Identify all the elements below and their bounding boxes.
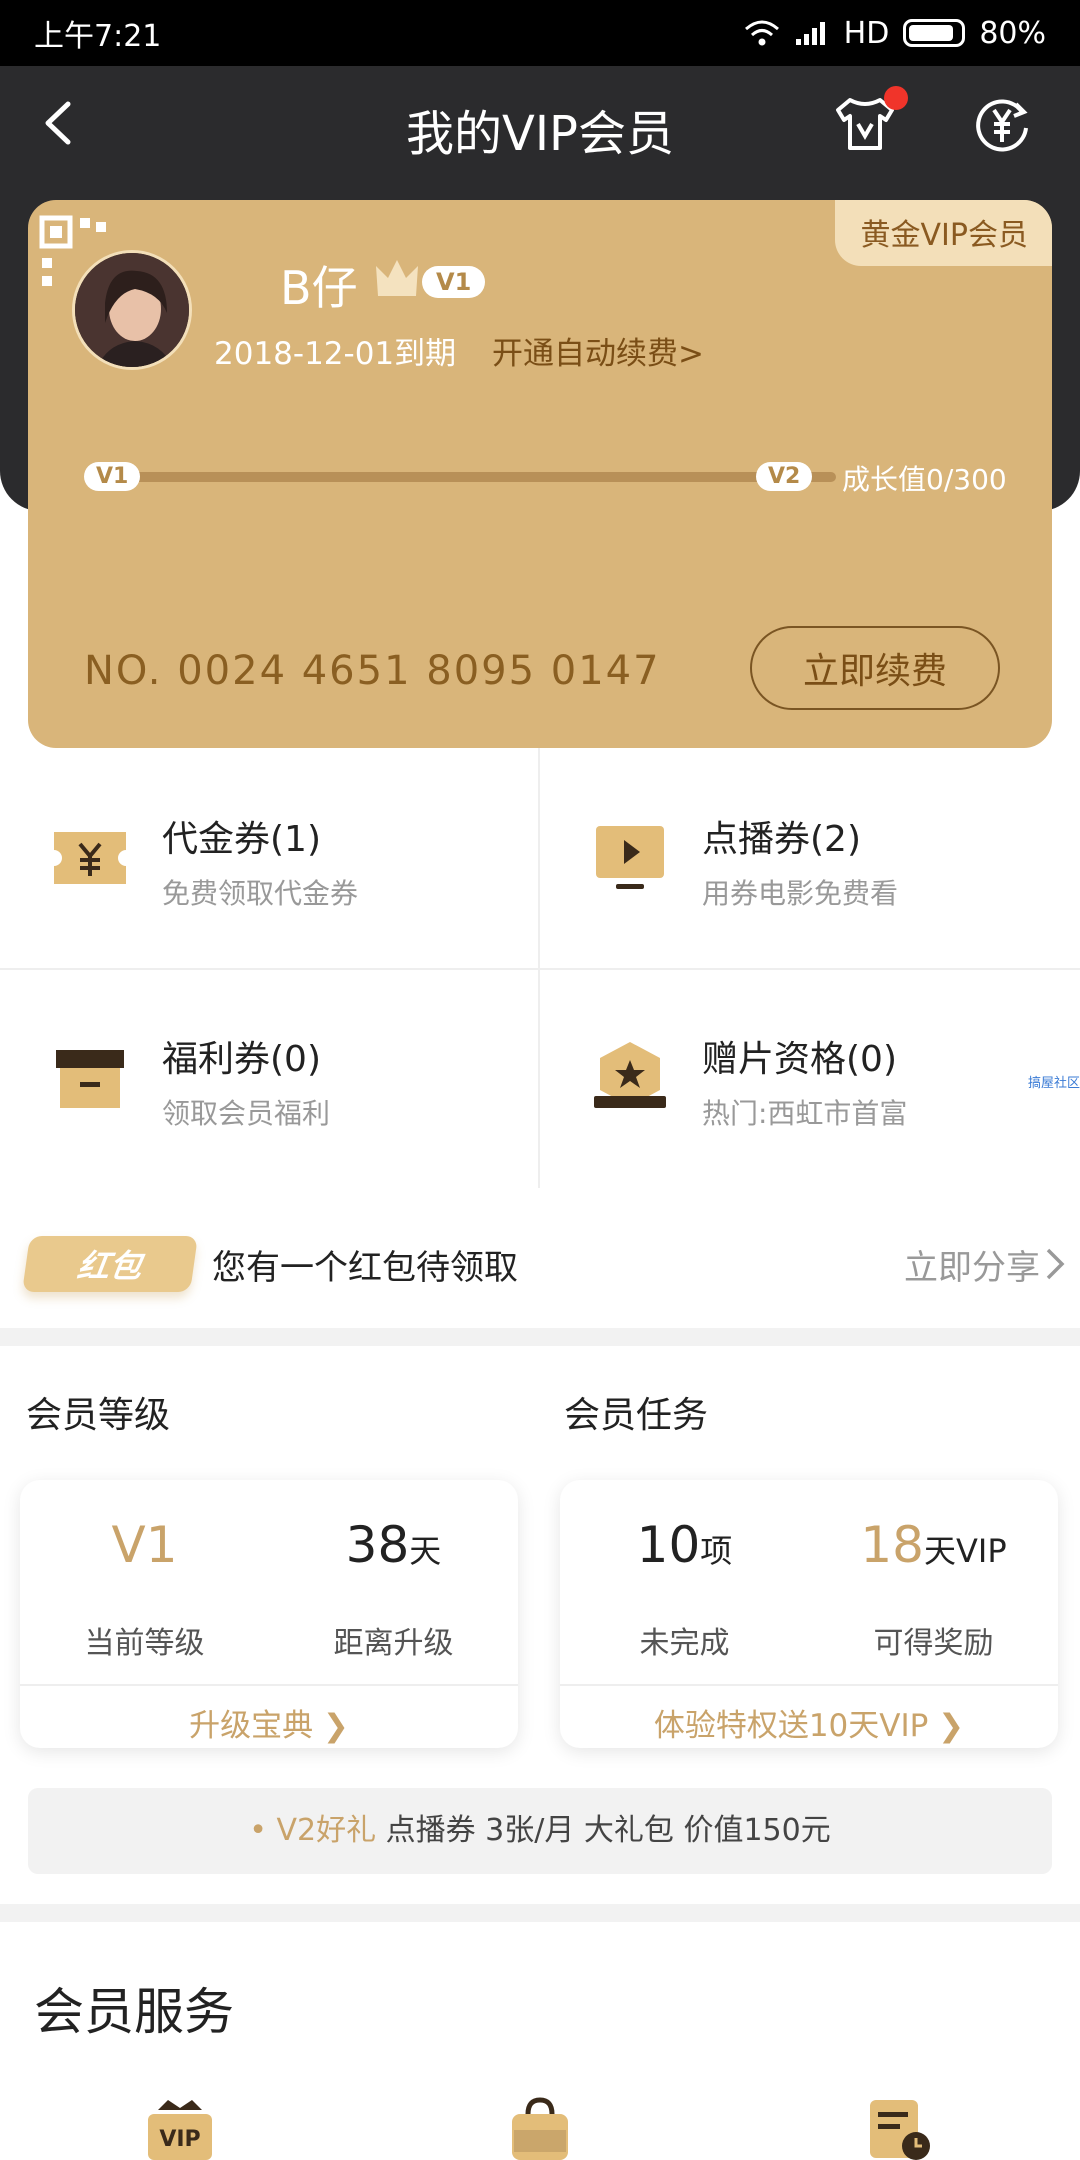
battery-percent: 80%	[979, 15, 1046, 51]
progress-start-level: V1	[84, 462, 141, 491]
incomplete-tasks-label: 未完成	[639, 1626, 730, 1661]
growth-progress-bar	[90, 472, 836, 482]
incomplete-tasks-value: 10项	[560, 1516, 809, 1574]
crown-icon	[376, 260, 418, 296]
card-divider	[20, 1684, 518, 1686]
card-divider	[560, 1684, 1058, 1686]
share-link[interactable]: 立即分享	[904, 1240, 1040, 1289]
network-label: HD	[843, 15, 890, 51]
expire-date: 2018-12-01到期	[214, 336, 457, 372]
signal-icon	[795, 22, 825, 45]
reward-unit: 天VIP	[923, 1532, 1007, 1570]
coupon-subtitle: 用券电影免费看	[702, 877, 899, 910]
auto-renew-link[interactable]: 开通自动续费>	[492, 328, 704, 373]
renew-button[interactable]: 立即续费	[750, 626, 1000, 710]
wifi-icon	[744, 20, 779, 46]
v2-gift-lead: • V2好礼	[249, 1813, 377, 1848]
reward-value: 18天VIP	[809, 1516, 1058, 1574]
coupon-grid: 代金券(1) 免费领取代金券 点播券(2) 用券电影免费看 福利券(0) 领取会…	[0, 748, 1080, 1190]
coupon-item-gift-film[interactable]: 赠片资格(0) 热门:西虹市首富	[540, 968, 1080, 1188]
notification-dot	[884, 86, 908, 110]
member-task-title: 会员任务	[564, 1395, 709, 1436]
yuan-ticket-icon	[54, 832, 126, 884]
member-services-title: 会员服务	[34, 1983, 234, 2041]
status-time: 上午7:21	[34, 19, 162, 54]
coupon-item-voucher[interactable]: 代金券(1) 免费领取代金券	[0, 748, 540, 968]
coupon-item-vod[interactable]: 点播券(2) 用券电影免费看	[540, 748, 1080, 968]
reward-label: 可得奖励	[873, 1626, 994, 1661]
current-level-value: V1	[111, 1516, 178, 1574]
incomplete-number: 10	[636, 1516, 701, 1574]
level-badge: V1	[422, 266, 486, 298]
section-divider	[0, 1328, 1080, 1346]
play-screen-icon	[596, 826, 664, 889]
top-bar: 我的VIP会员	[0, 66, 1080, 180]
page-title: 我的VIP会员	[406, 106, 674, 162]
days-unit: 天	[409, 1532, 442, 1570]
battery-icon	[903, 19, 966, 47]
star-badge-icon	[594, 1042, 666, 1108]
gift-box-icon	[56, 1050, 124, 1108]
avatar-portrait	[75, 253, 189, 367]
status-bar: 上午7:21 HD 80%	[0, 0, 1080, 66]
svg-text:VIP: VIP	[159, 2127, 200, 2152]
watermark: 搞屋社区	[1027, 1076, 1080, 1091]
member-level-card[interactable]: V1 38天 当前等级 距离升级 升级宝典 ❯	[20, 1480, 518, 1748]
upgrade-guide-link[interactable]: 升级宝典 ❯	[20, 1700, 518, 1745]
vip-bag-icon[interactable]: VIP	[144, 2096, 216, 2160]
chevron-right-icon	[1046, 1248, 1065, 1280]
skin-button[interactable]	[830, 86, 908, 156]
tier-tag: 黄金VIP会员	[834, 200, 1052, 266]
incomplete-unit: 项	[700, 1532, 733, 1570]
coupon-subtitle: 热门:西虹市首富	[702, 1097, 908, 1130]
days-to-upgrade-label: 距离升级	[333, 1626, 454, 1661]
v2-gift-banner[interactable]: • V2好礼 点播券 3张/月 大礼包 价值150元	[28, 1788, 1052, 1874]
reward-number: 18	[860, 1516, 924, 1574]
coupon-title: 点播券(2)	[702, 819, 861, 860]
yuan-refresh-icon[interactable]	[970, 92, 1034, 156]
red-packet-row[interactable]: 红包 您有一个红包待领取 立即分享	[0, 1192, 1080, 1328]
member-level-title: 会员等级	[26, 1395, 171, 1436]
section-divider	[0, 1904, 1080, 1922]
coupon-title: 赠片资格(0)	[702, 1039, 897, 1080]
current-level-label: 当前等级	[84, 1626, 205, 1661]
username: B仔	[280, 261, 358, 315]
document-clock-icon[interactable]	[864, 2096, 936, 2160]
progress-end-level: V2	[756, 462, 813, 491]
card-number: NO. 0024 4651 8095 0147	[84, 648, 661, 694]
member-task-card[interactable]: 10项 18天VIP 未完成 可得奖励 体验特权送10天VIP ❯	[560, 1480, 1058, 1748]
red-packet-badge: 红包	[22, 1236, 198, 1292]
days-number: 38	[345, 1516, 410, 1574]
jd-bag-icon[interactable]	[504, 2096, 576, 2160]
coupon-subtitle: 领取会员福利	[162, 1097, 331, 1130]
coupon-subtitle: 免费领取代金券	[162, 877, 359, 910]
v2-gift-items: 点播券 3张/月 大礼包 价值150元	[376, 1813, 831, 1848]
red-packet-text: 您有一个红包待领取	[212, 1248, 518, 1288]
days-to-upgrade-value: 38天	[269, 1516, 518, 1574]
coupon-item-welfare[interactable]: 福利券(0) 领取会员福利	[0, 968, 540, 1188]
coupon-title: 代金券(1)	[162, 819, 321, 860]
trial-privilege-link[interactable]: 体验特权送10天VIP ❯	[560, 1700, 1058, 1745]
avatar[interactable]	[72, 250, 192, 370]
growth-value: 成长值0/300	[842, 463, 1007, 496]
vip-card: 黄金VIP会员 B仔 V1 2018-12-01到期 开通自动续费> V1 V2…	[28, 200, 1052, 748]
coupon-title: 福利券(0)	[162, 1039, 321, 1080]
